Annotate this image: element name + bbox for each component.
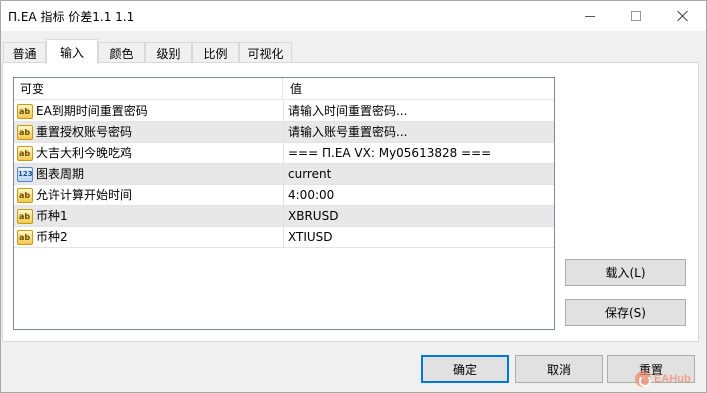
column-divider — [283, 185, 284, 206]
tab-levels[interactable]: 级别 — [145, 42, 192, 63]
param-name: 大吉大利今晚吃鸡 — [36, 146, 133, 160]
column-header-variable[interactable]: 可变 — [14, 78, 283, 100]
ok-button[interactable]: 确定 — [421, 355, 509, 383]
maximize-button[interactable] — [613, 1, 659, 31]
column-divider — [283, 122, 284, 143]
watermark-text: EAHub — [654, 373, 691, 385]
minimize-button[interactable] — [567, 1, 613, 31]
string-icon: ab — [17, 230, 33, 245]
close-button[interactable] — [660, 1, 706, 31]
column-divider — [283, 206, 284, 227]
window-title: П.EA 指标 价差1.1 1.1 — [8, 10, 135, 24]
string-icon: ab — [17, 146, 33, 161]
table-row[interactable]: ab 重置授权账号密码 请输入账号重置密码... — [14, 122, 554, 143]
string-icon: ab — [17, 209, 33, 224]
column-divider — [283, 143, 284, 164]
load-button[interactable]: 载入(L) — [565, 259, 686, 286]
column-divider — [283, 164, 284, 185]
param-name: 重置授权账号密码 — [36, 125, 133, 139]
tab-bar: 普通 输入 颜色 级别 比例 可视化 — [1, 39, 706, 64]
param-name: EA到期时间重置密码 — [36, 104, 148, 118]
column-header-value[interactable]: 值 — [284, 78, 554, 100]
cancel-button[interactable]: 取消 — [515, 355, 603, 383]
minimize-icon — [585, 15, 595, 17]
tab-visualization[interactable]: 可视化 — [239, 42, 292, 63]
table-header: 可变 值 — [14, 78, 554, 100]
table-row[interactable]: ab 币种2 XTIUSD — [14, 227, 554, 248]
title-bar: П.EA 指标 价差1.1 1.1 — [1, 1, 706, 31]
table-row[interactable]: ab 允许计算开始时间 4:00:00 — [14, 185, 554, 206]
watermark: EAHub — [635, 370, 691, 388]
maximize-icon — [631, 11, 641, 21]
param-value[interactable]: === П.EA VX: My05613828 === — [288, 143, 552, 163]
table-row[interactable]: ab 币种1 XBRUSD — [14, 206, 554, 227]
tab-inputs[interactable]: 输入 — [46, 39, 98, 64]
column-divider — [283, 101, 284, 122]
string-icon: ab — [17, 125, 33, 140]
column-divider — [283, 227, 284, 248]
tab-colors[interactable]: 颜色 — [98, 42, 145, 63]
save-button[interactable]: 保存(S) — [565, 299, 686, 326]
param-value[interactable]: 请输入时间重置密码... — [288, 101, 552, 121]
param-value[interactable]: XBRUSD — [288, 206, 552, 226]
string-icon: ab — [17, 104, 33, 119]
param-name: 图表周期 — [36, 167, 85, 181]
param-name: 币种1 — [36, 209, 68, 223]
close-icon — [677, 10, 689, 22]
string-icon: ab — [17, 188, 33, 203]
param-value[interactable]: 4:00:00 — [288, 185, 552, 205]
table-row[interactable]: ab EA到期时间重置密码 请输入时间重置密码... — [14, 101, 554, 122]
param-value[interactable]: 请输入账号重置密码... — [288, 122, 552, 142]
dialog-window: П.EA 指标 价差1.1 1.1 普通 输入 颜色 级别 比例 可视化 可变 … — [0, 0, 707, 393]
table-row[interactable]: ab 大吉大利今晚吃鸡 === П.EA VX: My05613828 === — [14, 143, 554, 164]
eahub-logo-icon — [635, 371, 651, 387]
param-value[interactable]: current — [288, 164, 552, 184]
inputs-table: 可变 值 ab EA到期时间重置密码 请输入时间重置密码... ab 重置授权账… — [13, 77, 555, 330]
number-icon: 123 — [17, 167, 33, 182]
param-value[interactable]: XTIUSD — [288, 227, 552, 247]
table-row[interactable]: 123 图表周期 current — [14, 164, 554, 185]
tab-scale[interactable]: 比例 — [192, 42, 239, 63]
param-name: 允许计算开始时间 — [36, 188, 133, 202]
tab-general[interactable]: 普通 — [3, 42, 46, 63]
param-name: 币种2 — [36, 230, 68, 244]
